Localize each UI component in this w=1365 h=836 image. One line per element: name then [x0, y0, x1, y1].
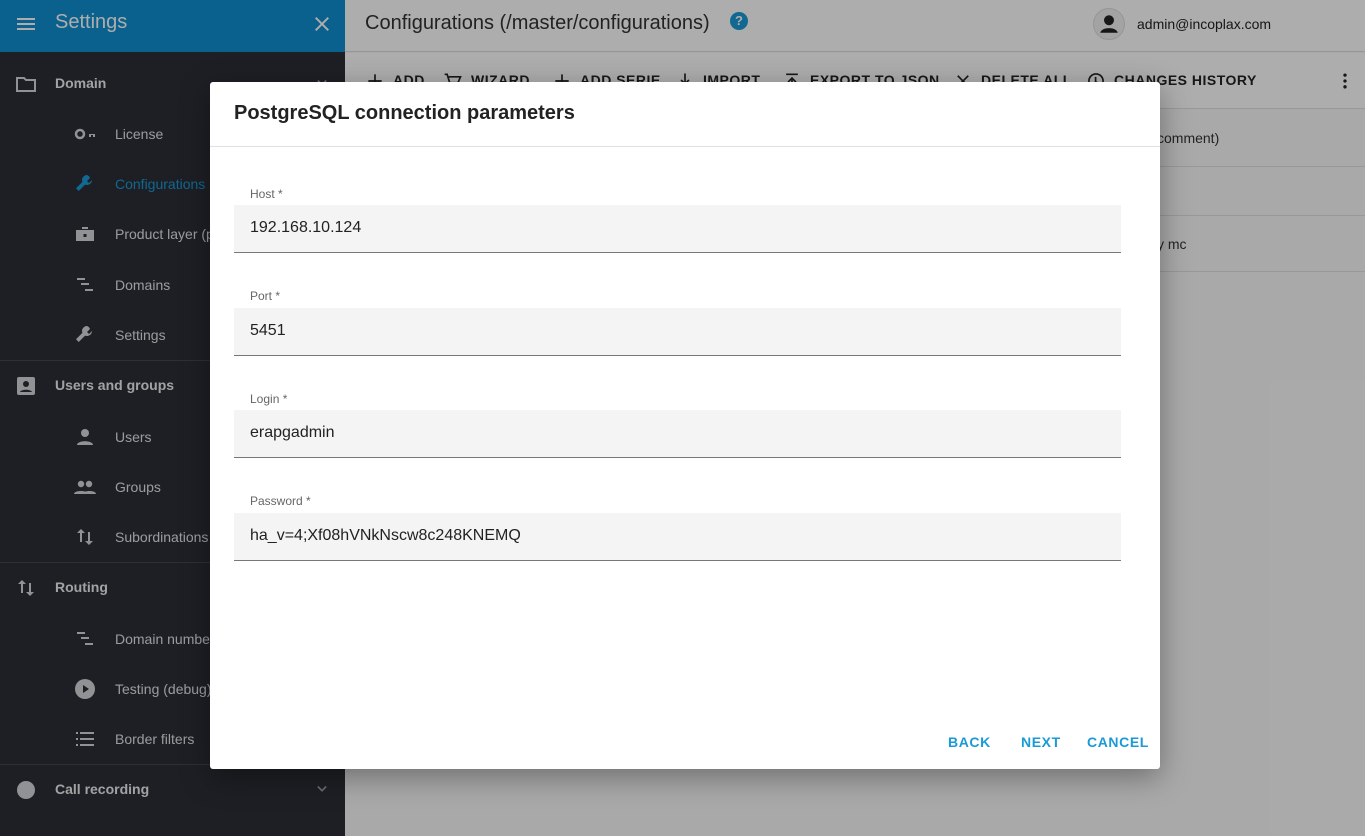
port-field[interactable]: [234, 308, 1121, 356]
login-input[interactable]: [250, 424, 1100, 442]
port-label: Port *: [250, 289, 281, 303]
password-input[interactable]: [250, 527, 1100, 545]
cancel-button[interactable]: CANCEL: [1087, 734, 1149, 750]
back-button[interactable]: BACK: [948, 734, 991, 750]
password-field[interactable]: [234, 513, 1121, 561]
host-input[interactable]: [250, 219, 1100, 237]
login-field[interactable]: [234, 410, 1121, 458]
dialog-title: PostgreSQL connection parameters: [234, 102, 575, 124]
next-button[interactable]: NEXT: [1021, 734, 1061, 750]
password-label: Password *: [250, 494, 311, 508]
dialog-actions: BACK NEXT CANCEL: [210, 734, 1160, 754]
login-label: Login *: [250, 392, 288, 406]
dialog-divider: [210, 146, 1160, 147]
connection-dialog: PostgreSQL connection parameters Host * …: [210, 82, 1160, 769]
host-field[interactable]: [234, 205, 1121, 253]
port-input[interactable]: [250, 322, 1100, 340]
host-label: Host *: [250, 187, 283, 201]
